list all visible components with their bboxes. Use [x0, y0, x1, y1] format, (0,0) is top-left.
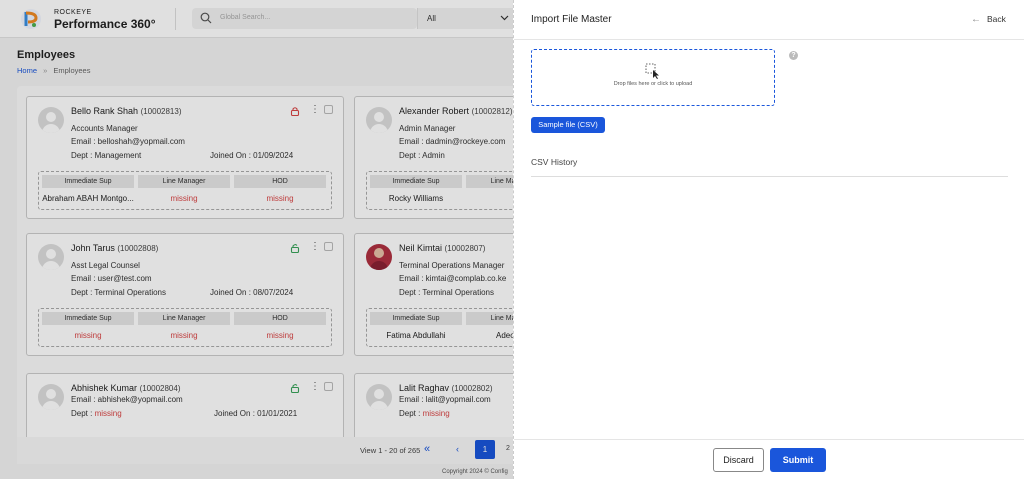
back-button[interactable]: ← Back: [971, 14, 1006, 25]
import-drawer: Import File Master ← Back Drop files here…: [513, 0, 1024, 479]
upload-cursor-icon: [645, 63, 659, 79]
file-dropzone[interactable]: Drop files here or click to upload: [531, 49, 775, 106]
submit-button[interactable]: Submit: [770, 448, 826, 472]
drawer-title: Import File Master: [531, 14, 612, 25]
drawer-footer: Discard Submit: [514, 439, 1024, 479]
csv-history-title: CSV History: [531, 157, 578, 167]
dropzone-text: Drop files here or click to upload: [613, 81, 693, 87]
arrow-left-icon: ←: [971, 14, 981, 25]
discard-button[interactable]: Discard: [713, 448, 764, 472]
info-icon[interactable]: ?: [789, 51, 798, 60]
csv-history-divider: [531, 176, 1008, 177]
sample-file-button[interactable]: Sample file (CSV): [531, 117, 605, 133]
drawer-header: Import File Master ← Back: [514, 0, 1024, 40]
modal-overlay[interactable]: [0, 0, 513, 479]
